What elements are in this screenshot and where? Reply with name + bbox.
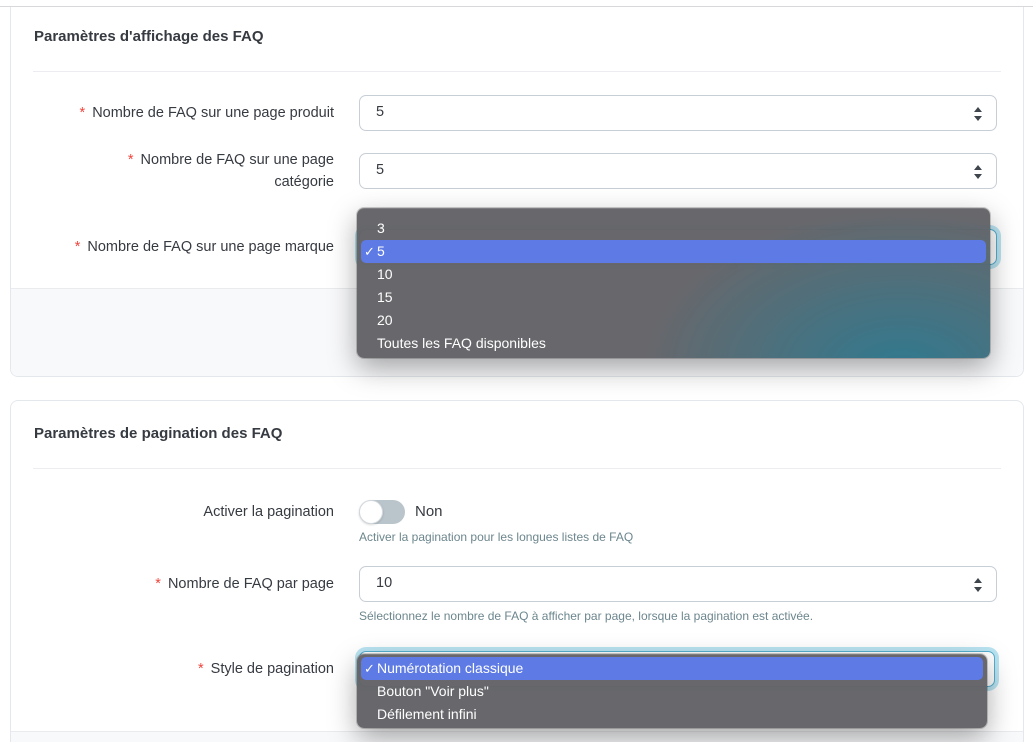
check-icon: ✓: [364, 240, 375, 263]
menu-option[interactable]: Toutes les FAQ disponibles: [361, 332, 986, 355]
menu-option[interactable]: 10: [361, 263, 986, 286]
toggle-state-label: Non: [415, 503, 443, 520]
required-asterisk: *: [75, 239, 81, 255]
label-enable-pagination: Activer la pagination: [29, 501, 334, 523]
select-value: 5: [376, 104, 384, 120]
menu-option[interactable]: 15: [361, 286, 986, 309]
label-pagination-style: *Style de pagination: [29, 658, 334, 680]
header-divider: [33, 468, 1001, 469]
dropdown-menu-pagination-style: ✓ Numérotation classique Bouton "Voir pl…: [357, 654, 987, 728]
menu-option-selected[interactable]: ✓ 5: [361, 240, 986, 263]
label-faq-product-page: *Nombre de FAQ sur une page produit: [29, 102, 334, 124]
help-faq-per-page: Sélectionnez le nombre de FAQ à afficher…: [359, 609, 813, 623]
required-asterisk: *: [80, 105, 86, 121]
required-asterisk: *: [128, 152, 134, 168]
menu-option[interactable]: Défilement infini: [361, 703, 983, 726]
label-faq-per-page: *Nombre de FAQ par page: [29, 573, 334, 595]
menu-option[interactable]: Bouton "Voir plus": [361, 680, 983, 703]
required-asterisk: *: [155, 576, 161, 592]
select-value: 10: [376, 575, 392, 591]
label-faq-brand-page: *Nombre de FAQ sur une page marque: [29, 236, 334, 258]
select-faq-product-page[interactable]: 5: [359, 95, 997, 131]
select-value: 5: [376, 162, 384, 178]
pagination-toggle[interactable]: [359, 500, 405, 524]
panel-title: Paramètres de pagination des FAQ: [34, 425, 282, 442]
select-stepper-icon: [974, 105, 982, 123]
panel-title: Paramètres d'affichage des FAQ: [34, 28, 264, 45]
header-divider: [33, 71, 1001, 72]
check-icon: ✓: [364, 657, 375, 680]
select-stepper-icon: [974, 576, 982, 594]
dropdown-menu-faq-count: 3 ✓ 5 10 15 20 Toutes les FAQ disponible…: [357, 208, 990, 358]
toggle-knob: [359, 500, 383, 524]
label-faq-category-page: *Nombre de FAQ sur une page catégorie: [94, 149, 334, 193]
select-stepper-icon: [974, 163, 982, 181]
panel-footer: [11, 731, 1023, 742]
help-enable-pagination: Activer la pagination pour les longues l…: [359, 530, 633, 544]
menu-option-selected[interactable]: ✓ Numérotation classique: [361, 657, 983, 680]
required-asterisk: *: [198, 661, 204, 677]
select-faq-per-page[interactable]: 10: [359, 566, 997, 602]
menu-option[interactable]: 3: [361, 217, 986, 240]
settings-page: Paramètres d'affichage des FAQ *Nombre d…: [0, 0, 1033, 742]
select-faq-category-page[interactable]: 5: [359, 153, 997, 189]
menu-option[interactable]: 20: [361, 309, 986, 332]
